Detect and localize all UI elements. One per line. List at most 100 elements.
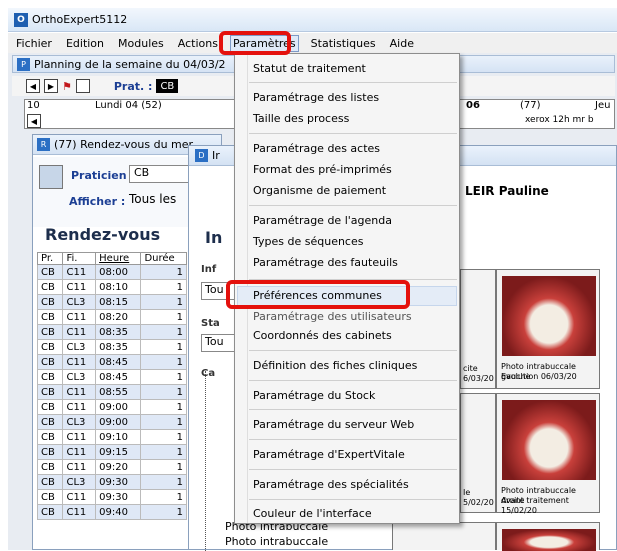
menu-item-parametrage-stock[interactable]: Paramétrage du Stock (253, 389, 375, 402)
table-row[interactable]: CB C11 08:45 1 (36, 354, 187, 370)
menu-separator (249, 439, 457, 440)
partial-caption-2a: Ie (463, 488, 471, 497)
menu-item-types-sequences[interactable]: Types de séquences (253, 235, 363, 248)
cell-fi: C11 (62, 279, 97, 295)
table-row[interactable]: CB CL3 09:30 1 (36, 474, 187, 490)
menu-item-coordonnes-cabinets[interactable]: Coordonnés des cabinets (253, 329, 392, 342)
rdv-title-text: (77) Rendez-vous du mer (54, 138, 194, 151)
menu-item-taille-process[interactable]: Taille des process (253, 112, 349, 125)
menu-item-statut-traitement[interactable]: Statut de traitement (253, 62, 366, 75)
cell-fi: CL3 (62, 474, 97, 490)
col-pr[interactable]: Pr. (36, 252, 64, 265)
cell-pr: CB (36, 504, 64, 520)
table-row[interactable]: CB CL3 08:15 1 (36, 294, 187, 310)
cell-duree: 1 (140, 309, 187, 325)
strip-prev-icon[interactable]: ◀ (27, 114, 41, 128)
table-row[interactable]: CB C11 09:15 1 (36, 444, 187, 460)
menu-item-expertvitale[interactable]: Paramétrage d'ExpertVitale (253, 448, 405, 461)
col-duree[interactable]: Durée (140, 252, 187, 265)
praticien-select[interactable]: CB (129, 165, 189, 183)
menu-separator (249, 380, 457, 381)
cell-duree: 1 (140, 339, 187, 355)
photo-thumb-1[interactable]: Photo intrabuccale gauche Evolution 06/0… (496, 269, 600, 389)
intraoral-photo-1 (502, 276, 596, 356)
menu-item-parametrage-listes[interactable]: Paramétrage des listes (253, 91, 379, 104)
menu-separator (249, 409, 457, 410)
menu-item-fiches-cliniques[interactable]: Définition des fiches cliniques (253, 359, 417, 372)
menu-modules[interactable]: Modules (116, 36, 166, 51)
photo-thumb-3[interactable] (392, 522, 496, 550)
tree-item-photo-2[interactable]: Photo intrabuccale (225, 535, 328, 548)
cell-pr: CB (36, 324, 64, 340)
table-row[interactable]: CB C11 09:40 1 (36, 504, 187, 520)
menu-edition[interactable]: Edition (64, 36, 106, 51)
menu-actions[interactable]: Actions (176, 36, 220, 51)
cell-heure: 09:40 (95, 504, 142, 520)
menu-item-serveur-web[interactable]: Paramétrage du serveur Web (253, 418, 414, 431)
menu-item-specialites[interactable]: Paramétrage des spécialités (253, 478, 409, 491)
menu-item-parametrage-utilisateurs[interactable]: Paramétrage des utilisateurs (253, 310, 412, 323)
cell-duree: 1 (140, 264, 187, 280)
photo-thumb-4[interactable] (496, 522, 600, 551)
cell-duree: 1 (140, 294, 187, 310)
table-row[interactable]: CB C11 09:10 1 (36, 429, 187, 445)
planning-title: Planning de la semaine du 04/03/2 (34, 57, 226, 71)
cell-duree: 1 (140, 429, 187, 445)
day-left-label: Lundi 04 (52) (95, 100, 162, 111)
photo-date-1: Evolution 06/03/20 (501, 372, 577, 381)
rdv-heading: Rendez-vous (45, 225, 161, 244)
menu-item-parametrage-fauteuils[interactable]: Paramétrage des fauteuils (253, 256, 398, 269)
cell-fi: C11 (62, 384, 97, 400)
window-title: OrthoExpert5112 (32, 13, 128, 26)
menu-item-couleur-interface[interactable]: Couleur de l'interface (253, 507, 372, 520)
table-row[interactable]: CB C11 08:35 1 (36, 324, 187, 340)
cell-duree: 1 (140, 279, 187, 295)
menu-item-parametrage-agenda[interactable]: Paramétrage de l'agenda (253, 214, 392, 227)
cell-pr: CB (36, 294, 64, 310)
menu-fichier[interactable]: Fichier (14, 36, 54, 51)
prev-week-icon[interactable]: ◀ (26, 79, 40, 93)
cell-heure: 08:15 (95, 294, 142, 310)
col-fi[interactable]: Fi. (62, 252, 97, 265)
table-row[interactable]: CB C11 09:30 1 (36, 489, 187, 505)
prat-select[interactable]: CB (156, 79, 179, 93)
menu-separator (249, 133, 457, 134)
planning-icon: P (17, 57, 30, 71)
menu-item-organisme-paiement[interactable]: Organisme de paiement (253, 184, 386, 197)
app-icon: O (14, 12, 28, 27)
checkbox-icon[interactable] (75, 79, 90, 93)
praticien-label: Praticien (71, 169, 127, 182)
table-row[interactable]: CB C11 08:20 1 (36, 309, 187, 325)
next-week-icon[interactable]: ▶ (44, 79, 58, 93)
cell-fi: CL3 (62, 339, 97, 355)
table-row[interactable]: CB C11 09:20 1 (36, 459, 187, 475)
menu-statistiques[interactable]: Statistiques (309, 36, 378, 51)
photo-thumb-partial-1[interactable]: cite 6/03/20 (460, 269, 496, 389)
cell-pr: CB (36, 354, 64, 370)
table-row[interactable]: CB C11 08:55 1 (36, 384, 187, 400)
table-row[interactable]: CB CL3 08:35 1 (36, 339, 187, 355)
table-row[interactable]: CB CL3 08:45 1 (36, 369, 187, 385)
cell-pr: CB (36, 444, 64, 460)
menu-item-format-pre-imprimes[interactable]: Format des pré-imprimés (253, 163, 392, 176)
preferences-highlight-box (226, 280, 410, 309)
photo-thumb-partial-2[interactable]: Ie 5/02/20 (460, 393, 496, 513)
menu-separator (249, 350, 457, 351)
table-row[interactable]: CB C11 09:00 1 (36, 399, 187, 415)
flag-icon[interactable]: ⚑ (62, 80, 72, 93)
photo-thumb-2[interactable]: Photo intrabuccale droite Avant traiteme… (496, 393, 600, 515)
menu-item-parametrage-actes[interactable]: Paramétrage des actes (253, 142, 380, 155)
cell-heure: 09:10 (95, 429, 142, 445)
menu-aide[interactable]: Aide (388, 36, 416, 51)
detail-title-text: Ir (212, 149, 220, 162)
cell-heure: 09:15 (95, 444, 142, 460)
cell-fi: CL3 (62, 294, 97, 310)
table-row[interactable]: CB CL3 09:00 1 (36, 414, 187, 430)
parametres-highlight-box (219, 31, 291, 55)
cell-heure: 08:55 (95, 384, 142, 400)
table-row[interactable]: CB C11 08:10 1 (36, 279, 187, 295)
table-row[interactable]: CB C11 08:00 1 (36, 264, 187, 280)
col-heure[interactable]: Heure (95, 252, 142, 265)
cell-fi: C11 (62, 264, 97, 280)
cell-heure: 09:00 (95, 399, 142, 415)
